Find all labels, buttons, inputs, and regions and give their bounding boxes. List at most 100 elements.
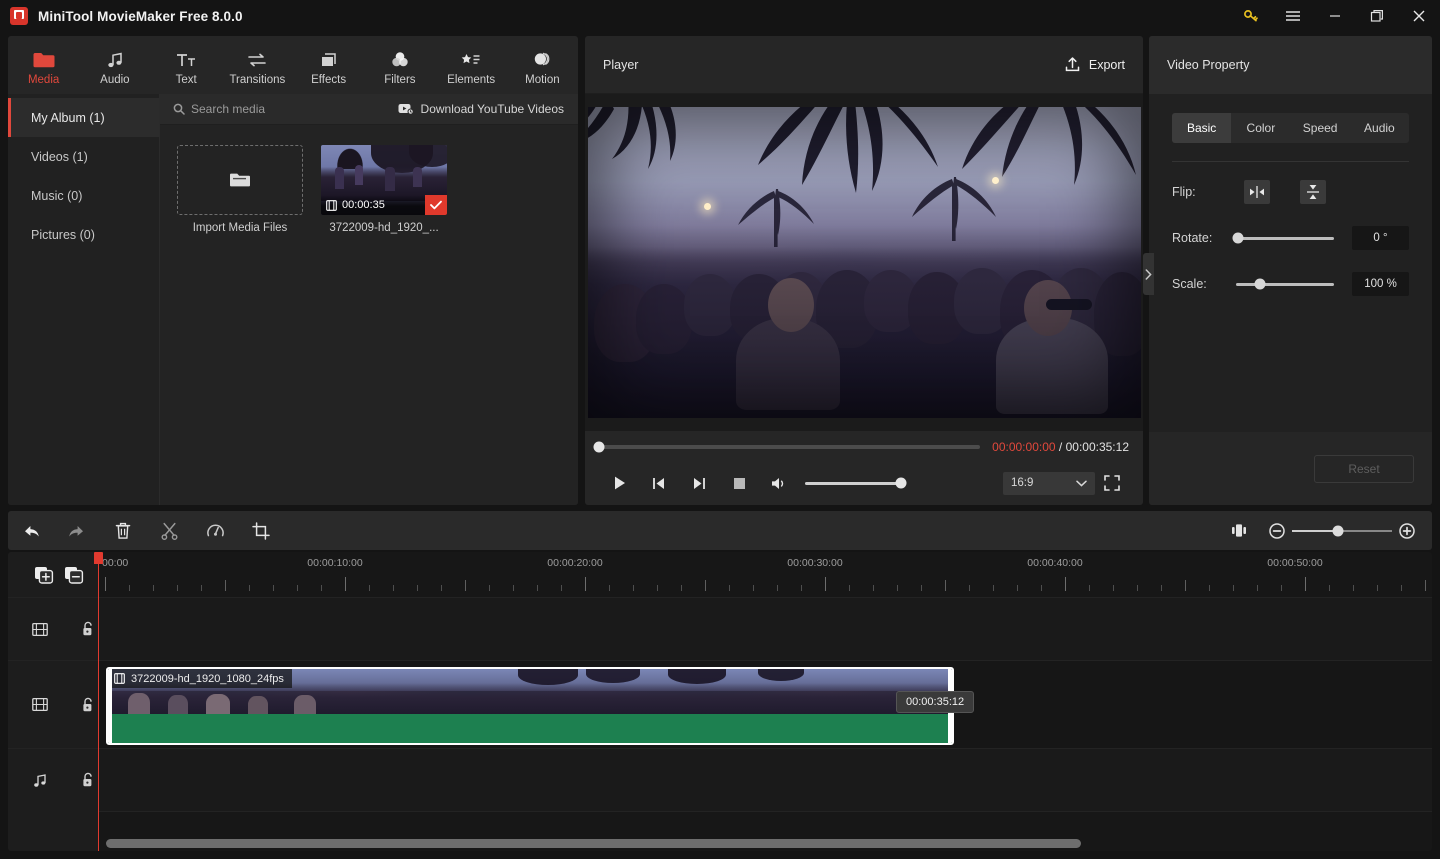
seek-knob[interactable] xyxy=(593,441,605,453)
volume-slider[interactable] xyxy=(805,477,907,489)
tab-label: Speed xyxy=(1302,121,1338,135)
album-label: My Album (1) xyxy=(31,110,105,125)
key-icon[interactable] xyxy=(1230,0,1272,32)
tab-text[interactable]: Text xyxy=(151,36,222,94)
timeline-track-video[interactable]: 3722009-hd_1920_1080_24fps 00:00:35:12 xyxy=(98,660,1432,748)
media-item[interactable]: 00:00:35 3722009-hd_1920_... xyxy=(320,145,448,234)
add-track-icon[interactable] xyxy=(34,565,54,585)
maximize-icon[interactable] xyxy=(1356,0,1398,32)
tab-media[interactable]: Media xyxy=(8,36,79,94)
album-item-music[interactable]: Music (0) xyxy=(8,176,159,215)
playhead-handle[interactable] xyxy=(94,552,103,564)
flip-vertical-icon[interactable] xyxy=(1300,180,1326,204)
total-time: 00:00:35:12 xyxy=(1065,440,1129,454)
timeline-track-empty-video[interactable] xyxy=(98,597,1432,660)
tab-label: Audio xyxy=(100,73,130,86)
tab-transitions[interactable]: Transitions xyxy=(222,36,293,94)
menu-icon[interactable] xyxy=(1272,0,1314,32)
stop-icon[interactable] xyxy=(719,468,759,498)
export-button[interactable]: Export xyxy=(1064,56,1125,73)
zoom-in-icon[interactable] xyxy=(1392,511,1422,550)
clip-audio-band xyxy=(108,714,952,743)
volume-knob[interactable] xyxy=(895,477,907,489)
rotate-knob[interactable] xyxy=(1232,232,1244,244)
ruler-tick xyxy=(369,585,370,591)
ruler-tick xyxy=(873,585,874,591)
minimize-icon[interactable] xyxy=(1314,0,1356,32)
import-media-button[interactable] xyxy=(177,145,303,215)
chevron-right-icon[interactable] xyxy=(1143,253,1154,295)
scale-knob[interactable] xyxy=(1254,278,1266,290)
delete-button[interactable] xyxy=(100,511,146,550)
tab-audio[interactable]: Audio xyxy=(1350,113,1409,143)
next-frame-icon[interactable] xyxy=(679,468,719,498)
tab-basic[interactable]: Basic xyxy=(1172,113,1232,143)
export-label: Export xyxy=(1088,57,1125,72)
download-youtube-button[interactable]: Download YouTube Videos xyxy=(398,102,564,116)
player-header: Player Export xyxy=(585,36,1143,94)
timeline-ruler[interactable]: 00:00 00:00:10:00 00:00:20:00 00:00:30:0… xyxy=(98,552,1432,597)
flip-horizontal-icon[interactable] xyxy=(1244,180,1270,204)
ruler-tick xyxy=(1209,585,1210,591)
import-media-cell[interactable]: Import Media Files xyxy=(176,145,304,234)
speed-button[interactable] xyxy=(192,511,238,550)
remove-track-icon[interactable] xyxy=(64,565,84,585)
track-header-video-2 xyxy=(8,660,98,748)
tab-filters[interactable]: Filters xyxy=(364,36,435,94)
playhead[interactable] xyxy=(94,552,103,851)
media-thumbnail[interactable]: 00:00:35 xyxy=(321,145,447,215)
split-button[interactable] xyxy=(146,511,192,550)
media-browser: My Album (1) Videos (1) Music (0) Pictur… xyxy=(8,94,578,505)
redo-button[interactable] xyxy=(54,511,100,550)
media-grid: Import Media Files 00:00:35 3722009-hd_1… xyxy=(160,125,578,234)
check-icon[interactable] xyxy=(425,195,447,215)
tab-motion[interactable]: Motion xyxy=(507,36,578,94)
tab-audio[interactable]: Audio xyxy=(79,36,150,94)
tab-color[interactable]: Color xyxy=(1231,113,1290,143)
scale-slider[interactable] xyxy=(1236,278,1335,290)
timeline-clip[interactable]: 3722009-hd_1920_1080_24fps xyxy=(106,667,954,745)
timeline-track-audio[interactable] xyxy=(98,748,1432,811)
video-preview[interactable] xyxy=(587,107,1141,418)
unlock-icon[interactable] xyxy=(78,619,98,639)
previous-frame-icon[interactable] xyxy=(639,468,679,498)
scale-value[interactable]: 100 % xyxy=(1352,272,1409,296)
fit-timeline-icon[interactable] xyxy=(1216,511,1262,550)
crop-button[interactable] xyxy=(238,511,284,550)
ruler-label: 00:00:20:00 xyxy=(547,557,603,569)
clip-left-handle[interactable] xyxy=(108,669,112,743)
search-input[interactable]: Search media xyxy=(173,102,398,116)
filters-circles-icon xyxy=(390,49,410,71)
tab-elements[interactable]: Elements xyxy=(436,36,507,94)
rotate-row: Rotate: 0 ° xyxy=(1172,222,1409,254)
rotate-value[interactable]: 0 ° xyxy=(1352,226,1409,250)
aspect-ratio-select[interactable]: 16:9 xyxy=(1003,471,1095,495)
track-add-remove xyxy=(8,552,98,597)
album-label: Pictures (0) xyxy=(31,227,95,242)
album-item-my-album[interactable]: My Album (1) xyxy=(8,98,159,137)
album-item-videos[interactable]: Videos (1) xyxy=(8,137,159,176)
zoom-slider[interactable] xyxy=(1292,525,1392,536)
undo-button[interactable] xyxy=(8,511,54,550)
folder-icon xyxy=(33,49,55,71)
unlock-icon[interactable] xyxy=(78,695,98,715)
fullscreen-icon[interactable] xyxy=(1095,468,1129,498)
music-note-icon xyxy=(30,770,50,790)
unlock-icon[interactable] xyxy=(78,770,98,790)
volume-icon[interactable] xyxy=(759,468,799,498)
rotate-slider[interactable] xyxy=(1232,232,1335,244)
reset-button[interactable]: Reset xyxy=(1314,454,1414,483)
album-item-pictures[interactable]: Pictures (0) xyxy=(8,215,159,254)
tab-speed[interactable]: Speed xyxy=(1291,113,1350,143)
youtube-icon xyxy=(398,103,414,115)
close-icon[interactable] xyxy=(1398,0,1440,32)
media-duration-label: 00:00:35 xyxy=(342,199,385,211)
zoom-knob[interactable] xyxy=(1332,525,1344,536)
play-icon[interactable] xyxy=(599,468,639,498)
zoom-out-icon[interactable] xyxy=(1262,511,1292,550)
title-bar: MiniTool MovieMaker Free 8.0.0 xyxy=(0,0,1440,32)
tab-label: Motion xyxy=(525,73,560,86)
timeline-horizontal-scrollbar[interactable] xyxy=(106,839,1081,848)
seek-slider[interactable] xyxy=(593,441,981,453)
tab-effects[interactable]: Effects xyxy=(293,36,364,94)
